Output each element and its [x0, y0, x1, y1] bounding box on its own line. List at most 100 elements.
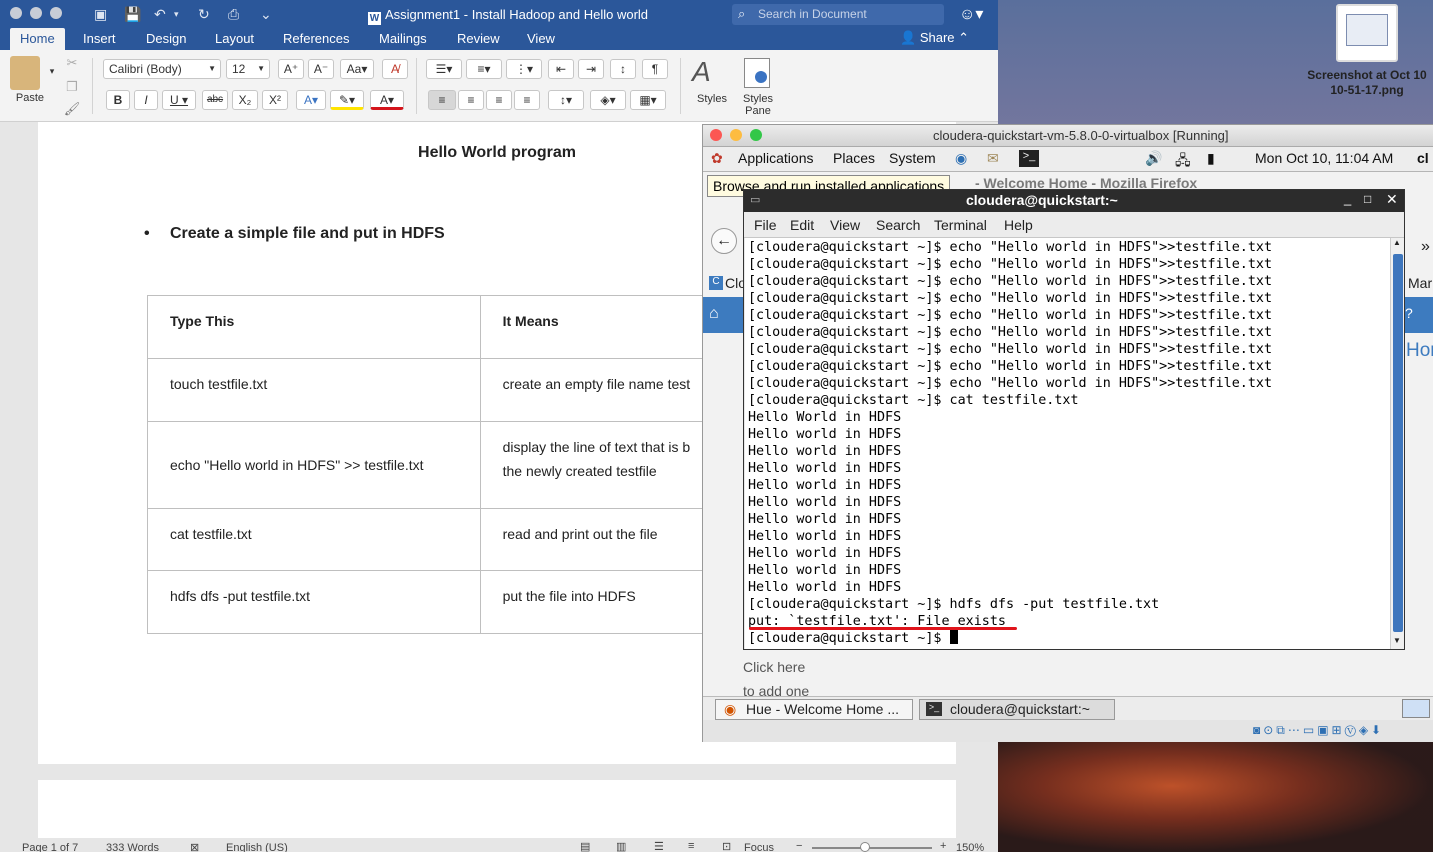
tab-review[interactable]: Review: [457, 31, 500, 46]
shading-button[interactable]: ◈▾: [590, 90, 626, 110]
zoom-window-button[interactable]: [50, 7, 62, 19]
zoom-slider-thumb[interactable]: [860, 842, 870, 852]
battery-icon[interactable]: ▮: [1207, 150, 1215, 167]
share-button[interactable]: 👤 Share ⌃: [900, 30, 969, 46]
vm-status-icons[interactable]: ◙⊙⧉⋯▭▣⊞Ⓥ◈⬇: [1253, 723, 1384, 738]
click-here-link[interactable]: Click here: [743, 655, 809, 679]
align-left-button[interactable]: ≡: [428, 90, 456, 110]
strikethrough-button[interactable]: abc: [202, 90, 228, 110]
copy-icon[interactable]: ❐: [60, 76, 84, 98]
font-size-select[interactable]: 12 ▼: [226, 59, 270, 79]
focus-label[interactable]: Focus: [744, 842, 774, 852]
sidebar-toggle-icon[interactable]: ▣: [94, 6, 107, 23]
underline-button[interactable]: U ▾: [162, 90, 196, 110]
volume-icon[interactable]: 🔊: [1145, 150, 1162, 167]
email-launcher-icon[interactable]: ✉: [987, 150, 999, 167]
styles-pane-icon[interactable]: [744, 58, 770, 88]
panel-user[interactable]: cl: [1417, 150, 1429, 166]
home-icon[interactable]: ⌂: [709, 305, 719, 323]
zoom-level[interactable]: 150%: [956, 842, 984, 852]
applications-menu[interactable]: Applications: [738, 150, 814, 166]
tab-mailings[interactable]: Mailings: [379, 31, 427, 46]
tab-references[interactable]: References: [283, 31, 349, 46]
terminal-output[interactable]: [cloudera@quickstart ~]$ echo "Hello wor…: [745, 238, 1390, 649]
justify-button[interactable]: ≡: [514, 90, 540, 110]
bold-button[interactable]: B: [106, 90, 130, 110]
line-spacing-button[interactable]: ↕▾: [548, 90, 584, 110]
text-effects-button[interactable]: A▾: [296, 90, 326, 110]
shrink-font-button[interactable]: A⁻: [308, 59, 334, 79]
scrollbar-thumb[interactable]: [1393, 254, 1403, 632]
font-name-select[interactable]: Calibri (Body) ▼: [103, 59, 221, 79]
borders-button[interactable]: ▦▾: [630, 90, 666, 110]
proofing-icon[interactable]: ⊠: [190, 841, 199, 852]
collapse-ribbon-icon[interactable]: ⌃: [958, 30, 969, 45]
sort-button[interactable]: ↕: [610, 59, 636, 79]
back-arrow-icon[interactable]: ←: [711, 228, 737, 254]
help-icon[interactable]: ?: [1405, 305, 1413, 321]
decrease-indent-button[interactable]: ⇤: [548, 59, 574, 79]
numbering-button[interactable]: ≡▾: [466, 59, 502, 79]
tab-view[interactable]: View: [527, 31, 555, 46]
zoom-in-icon[interactable]: +: [940, 840, 946, 852]
menu-terminal[interactable]: Terminal: [934, 217, 987, 233]
language-label[interactable]: English (US): [226, 842, 288, 852]
close-window-button[interactable]: [710, 129, 722, 141]
undo-dropdown-icon[interactable]: ▾: [174, 9, 179, 20]
increase-indent-button[interactable]: ⇥: [578, 59, 604, 79]
menu-edit[interactable]: Edit: [790, 217, 814, 233]
superscript-button[interactable]: X²: [262, 90, 288, 110]
align-right-button[interactable]: ≡: [486, 90, 512, 110]
taskbar-item-terminal[interactable]: >_ cloudera@quickstart:~: [919, 699, 1115, 720]
terminal-launcher-icon[interactable]: >_: [1019, 150, 1039, 167]
styles-label[interactable]: Styles: [690, 93, 734, 105]
multilevel-list-button[interactable]: ⋮▾: [506, 59, 542, 79]
system-menu[interactable]: System: [889, 150, 936, 166]
word-count[interactable]: 333 Words: [106, 842, 159, 852]
menu-search[interactable]: Search: [876, 217, 920, 233]
paste-icon[interactable]: [10, 56, 40, 90]
zoom-out-icon[interactable]: −: [796, 840, 802, 852]
minimize-window-button[interactable]: [30, 7, 42, 19]
minimize-window-button[interactable]: [730, 129, 742, 141]
change-case-button[interactable]: Aa▾: [340, 59, 374, 79]
feedback-smiley-icon[interactable]: ☺▾: [959, 4, 983, 24]
terminal-scrollbar[interactable]: ▲ ▼: [1390, 238, 1404, 649]
tab-layout[interactable]: Layout: [215, 31, 254, 46]
redo-icon[interactable]: ↻: [198, 6, 210, 23]
subscript-button[interactable]: X₂: [232, 90, 258, 110]
cut-icon[interactable]: ✂: [60, 52, 84, 74]
maximize-icon[interactable]: □: [1364, 192, 1371, 206]
styles-icon[interactable]: A: [692, 56, 711, 88]
desktop-file-icon[interactable]: [1336, 4, 1398, 62]
tab-design[interactable]: Design: [146, 31, 186, 46]
menu-view[interactable]: View: [830, 217, 860, 233]
paste-label[interactable]: Paste: [10, 92, 50, 104]
font-color-button[interactable]: A▾: [370, 90, 404, 110]
highlight-button[interactable]: ✎▾: [330, 90, 364, 110]
grow-font-button[interactable]: A⁺: [278, 59, 304, 79]
styles-pane-label[interactable]: Styles Pane: [738, 93, 778, 117]
tab-home[interactable]: Home: [10, 28, 65, 50]
tab-insert[interactable]: Insert: [83, 31, 116, 46]
focus-icon[interactable]: ⊡: [722, 840, 731, 852]
overflow-chevron-icon[interactable]: »: [1421, 238, 1430, 256]
align-center-button[interactable]: ≡: [458, 90, 484, 110]
desktop-file-label[interactable]: Screenshot at Oct 10 10-51-17.png: [1306, 68, 1428, 98]
show-formatting-button[interactable]: ¶: [642, 59, 668, 79]
undo-icon[interactable]: ↶: [154, 6, 166, 23]
menu-help[interactable]: Help: [1004, 217, 1033, 233]
close-icon[interactable]: ✕: [1386, 191, 1398, 208]
web-layout-icon[interactable]: ▥: [616, 840, 626, 852]
bullets-button[interactable]: ☰▾: [426, 59, 462, 79]
bookmark-label-right[interactable]: Mar: [1408, 275, 1432, 291]
search-input[interactable]: ⌕ Search in Document: [732, 4, 944, 25]
draft-icon[interactable]: ≡: [688, 840, 694, 852]
document-page-2[interactable]: [38, 780, 956, 840]
clear-formatting-button[interactable]: A̸: [382, 59, 408, 79]
outline-icon[interactable]: ☰: [654, 840, 664, 852]
zoom-window-button[interactable]: [750, 129, 762, 141]
italic-button[interactable]: I: [134, 90, 158, 110]
network-icon[interactable]: 🖧: [1175, 150, 1191, 174]
close-window-button[interactable]: [10, 7, 22, 19]
